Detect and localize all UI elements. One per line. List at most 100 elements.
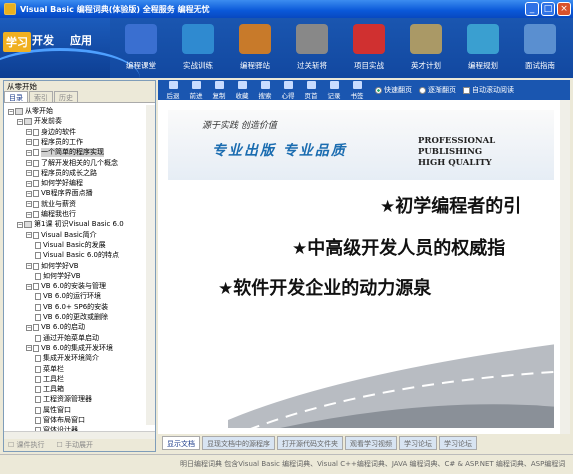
tree-item[interactable]: − 程序员的工作 <box>26 138 83 147</box>
tree-item[interactable]: − 就业与薪资 <box>26 200 76 209</box>
close-button[interactable]: × <box>557 2 571 16</box>
toolbar-icon <box>237 80 247 89</box>
tree-item[interactable]: − 第1课 初识Visual Basic 6.0 <box>17 220 124 229</box>
collapse-icon[interactable]: − <box>26 263 32 269</box>
page-icon <box>33 211 39 218</box>
tree-item[interactable]: Visual Basic的发展 <box>35 241 106 250</box>
collapse-icon[interactable]: − <box>26 190 32 197</box>
tree-item[interactable]: VB 6.0+ SP6的安装 <box>35 303 108 312</box>
tree-item[interactable]: − VB 6.0的集成开发环境 <box>26 344 113 353</box>
tree-item[interactable]: − 程序员的成长之路 <box>26 169 97 178</box>
slogan-text: 源于实践 创造价值 <box>202 121 277 131</box>
tree-item[interactable]: − 从零开始 <box>8 107 53 116</box>
nav-item[interactable]: 项目实战 <box>340 18 398 78</box>
bottom-tab[interactable]: 打开源代码文件夹 <box>277 436 343 450</box>
toolbar-button[interactable]: 收藏 <box>231 80 253 100</box>
tree-item[interactable]: 通过开始菜单启动 <box>35 334 99 343</box>
nav-item[interactable]: 实战训练 <box>169 18 227 78</box>
tree-item[interactable]: − 编程我也行 <box>26 210 76 219</box>
toolbar-button[interactable]: 页首 <box>300 80 322 100</box>
collapse-icon[interactable]: − <box>8 108 14 115</box>
tree-item[interactable]: 工具栏 <box>35 375 64 384</box>
headline-2: ★中高级开发人员的权威指 <box>292 238 506 259</box>
collapse-icon[interactable]: − <box>26 139 32 146</box>
vertical-scrollbar[interactable] <box>146 105 155 425</box>
title-bar: Visual Basic 编程词典(体验版) 全程服务 编程无忧 _ □ × <box>0 0 573 18</box>
tree-item[interactable]: VB 6.0的运行环境 <box>35 292 101 301</box>
toolbar-button[interactable]: 书签 <box>346 80 368 100</box>
collapse-icon[interactable]: − <box>26 345 32 352</box>
collapse-icon[interactable]: − <box>26 160 32 166</box>
fast-page-option[interactable]: 快速翻页 <box>375 85 412 95</box>
collapse-icon[interactable]: − <box>17 221 23 228</box>
tree-item[interactable]: − 开发前奏 <box>17 117 62 126</box>
collapse-icon[interactable]: − <box>26 211 32 218</box>
collapse-icon[interactable]: − <box>17 118 23 125</box>
collapse-icon[interactable]: − <box>26 201 32 208</box>
bottom-tab[interactable]: 观看学习视频 <box>345 436 397 450</box>
tab-index[interactable]: 索引 <box>29 91 53 102</box>
maximize-button[interactable]: □ <box>541 2 555 16</box>
tree-item[interactable]: − VB程序界面点播 <box>26 189 93 198</box>
tree-item[interactable]: 如何学好VB <box>35 272 81 281</box>
headline-3: ★软件开发企业的动力源泉 <box>218 278 432 299</box>
toolbar-button[interactable]: 搜索 <box>254 80 276 100</box>
motto-text: 专业出版 专业品质 <box>212 143 347 159</box>
toolbar-button[interactable]: 后退 <box>162 80 184 100</box>
tab-contents[interactable]: 目录 <box>4 91 28 102</box>
tree-item[interactable]: 工程资源管理器 <box>35 395 92 404</box>
nav-item[interactable]: 英才计划 <box>397 18 455 78</box>
nav-item[interactable]: 面试指南 <box>511 18 569 78</box>
nav-item[interactable]: 编程课堂 <box>112 18 170 78</box>
page-icon <box>33 149 39 157</box>
toolbar-button[interactable]: 心得 <box>277 80 299 100</box>
tree-item[interactable]: − 身边的软件 <box>26 128 76 137</box>
collapse-icon[interactable]: − <box>26 232 32 239</box>
gradual-page-option[interactable]: 逐渐翻页 <box>419 85 456 95</box>
document-view: 源于实践 创造价值 专业出版 专业品质 PROFESSIONAL PUBLISH… <box>158 100 570 434</box>
bottom-tab[interactable]: 学习论坛 <box>399 436 437 450</box>
collapse-icon[interactable]: − <box>26 149 32 156</box>
tab-history[interactable]: 历史 <box>54 91 78 102</box>
bottom-tab[interactable]: 显示文档 <box>162 436 200 450</box>
tree-item[interactable]: 属性窗口 <box>35 406 71 415</box>
monitor-icon <box>182 24 214 54</box>
toolbar-button[interactable]: 记录 <box>323 80 345 100</box>
collapse-icon[interactable]: − <box>26 324 32 331</box>
brand-logo: 学习 开发 应用 <box>0 18 140 78</box>
horizontal-scrollbar[interactable] <box>4 431 155 439</box>
tree-item[interactable]: − Visual Basic简介 <box>26 231 97 240</box>
collapse-icon[interactable]: − <box>26 180 32 187</box>
page-icon <box>35 355 41 363</box>
nav-item[interactable]: 过关斩将 <box>283 18 341 78</box>
tree-item[interactable]: − 了解开发相关的几个概念 <box>26 159 118 168</box>
tree-item[interactable]: − VB 6.0的安装与管理 <box>26 282 106 291</box>
auto-scroll-option[interactable]: 自动滚动阅读 <box>463 85 514 95</box>
collapse-icon[interactable]: − <box>26 129 32 136</box>
bottom-tab[interactable]: 显现文档中的源程序 <box>202 436 275 450</box>
tree-item[interactable]: − 一个简单的程序实现 <box>26 148 104 158</box>
tree-item[interactable]: 集成开发环境简介 <box>35 354 99 363</box>
toolbar-icon <box>191 80 201 89</box>
toolbar-button[interactable]: 前进 <box>185 80 207 100</box>
tree-item[interactable]: − 如何学好编程 <box>26 179 83 188</box>
tree-item[interactable]: − VB 6.0的启动 <box>26 323 85 332</box>
manual-expand-checkbox[interactable]: ☐ 手动展开 <box>57 440 94 450</box>
nav-item[interactable]: 编程规划 <box>454 18 512 78</box>
nav-item[interactable]: 编程驿站 <box>226 18 284 78</box>
tree-item[interactable]: 窗体布局窗口 <box>35 416 85 425</box>
document-scrollbar[interactable] <box>560 100 570 434</box>
toolbar-button[interactable]: 复制 <box>208 80 230 100</box>
tree-item[interactable]: Visual Basic 6.0的特点 <box>35 251 119 260</box>
minimize-button[interactable]: _ <box>525 2 539 16</box>
collapse-icon[interactable]: − <box>26 283 32 290</box>
catalog-panel: 从零开始 目录 索引 历史 − 从零开始 − 开发前奏 − 身边的软件 − 程序员的工作 − 一个… <box>3 80 156 452</box>
tree-item[interactable]: 工具箱 <box>35 385 64 394</box>
tree-item[interactable]: − 如何学好VB <box>26 262 79 271</box>
collapse-icon[interactable]: − <box>26 170 32 177</box>
bottom-tab[interactable]: 学习论坛 <box>439 436 477 450</box>
page-icon <box>33 159 39 167</box>
tree-item[interactable]: VB 6.0的更改或删除 <box>35 313 108 322</box>
courseware-run-checkbox[interactable]: ☐ 课件执行 <box>8 440 45 450</box>
tree-item[interactable]: 菜单栏 <box>35 365 64 374</box>
